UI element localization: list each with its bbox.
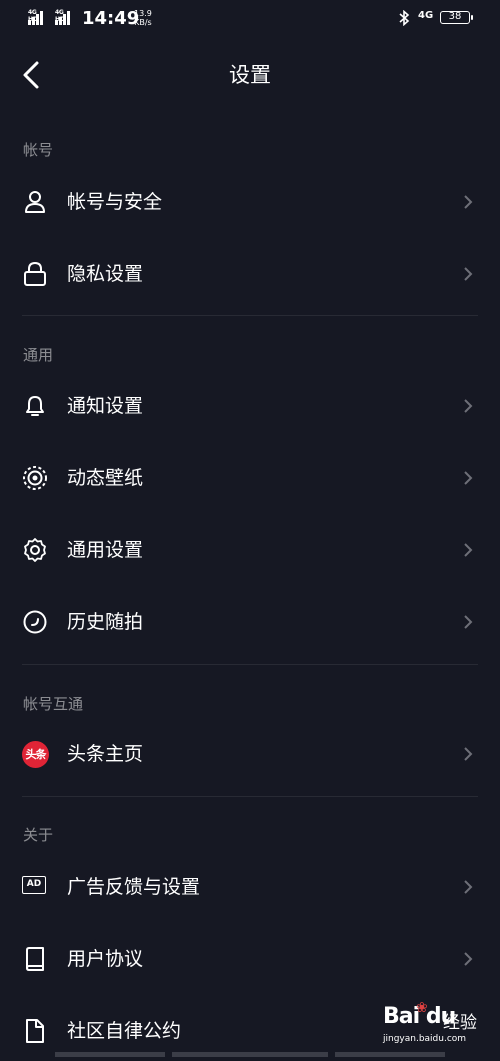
section-label-linked-accounts: 帐号互通	[23, 695, 84, 713]
item-label: 通用设置	[67, 539, 144, 561]
network-type: 4G	[418, 10, 434, 21]
settings-item-privacy[interactable]: 隐私设置	[0, 244, 500, 304]
chevron-right-icon	[464, 615, 473, 629]
signal-icon-sim2: 4G HD	[55, 9, 70, 25]
section-label-general: 通用	[23, 346, 54, 364]
settings-item-notifications[interactable]: 通知设置	[0, 376, 500, 436]
paw-icon: ❀	[416, 1000, 428, 1016]
battery-icon: 38	[440, 11, 473, 24]
gear-icon	[24, 538, 46, 562]
baidu-jingyan-watermark: Bai du ❀ 经验 jingyan.baidu.com	[383, 1000, 498, 1055]
item-label: 历史随拍	[67, 611, 144, 633]
chevron-right-icon	[464, 399, 473, 413]
live-wallpaper-icon	[23, 466, 47, 490]
chevron-right-icon	[464, 195, 473, 209]
chevron-right-icon	[464, 880, 473, 894]
chevron-right-icon	[464, 747, 473, 761]
settings-item-live-wallpaper[interactable]: 动态壁纸	[0, 448, 500, 508]
watermark-url: jingyan.baidu.com	[383, 1034, 467, 1044]
chevron-right-icon	[464, 267, 473, 281]
item-label: 帐号与安全	[67, 191, 163, 213]
nav-hint-bar	[335, 1052, 445, 1057]
book-icon	[26, 947, 44, 971]
bell-icon	[26, 396, 44, 416]
watermark-text: 经验	[443, 1013, 477, 1033]
bluetooth-icon	[399, 10, 410, 26]
chevron-right-icon	[464, 952, 473, 966]
status-time: 14:49	[82, 8, 140, 29]
lock-icon	[24, 261, 46, 286]
chevron-right-icon	[464, 471, 473, 485]
sim2-label: 4G HD	[55, 9, 65, 23]
settings-item-toutiao-home[interactable]: 头条 头条主页	[0, 724, 500, 784]
person-icon	[25, 191, 45, 213]
page-title: 设置	[229, 63, 271, 87]
battery-level: 38	[448, 11, 462, 22]
speed-value: 13.9	[134, 9, 152, 18]
item-label: 用户协议	[67, 948, 144, 970]
sim1-label: 4G HD	[28, 9, 38, 23]
signal-icon-sim1: 4G HD	[28, 9, 43, 25]
settings-item-general[interactable]: 通用设置	[0, 520, 500, 580]
settings-item-user-agreement[interactable]: 用户协议	[0, 929, 500, 989]
section-divider	[22, 315, 478, 316]
history-icon	[23, 610, 47, 634]
settings-item-history-snaps[interactable]: 历史随拍	[0, 592, 500, 652]
chevron-right-icon	[464, 543, 473, 557]
section-divider	[22, 664, 478, 665]
item-label: 头条主页	[67, 743, 144, 765]
settings-item-ad-feedback[interactable]: AD 广告反馈与设置	[0, 857, 500, 917]
nav-hint-bar	[172, 1052, 328, 1057]
section-label-about: 关于	[23, 826, 54, 844]
toutiao-icon: 头条	[22, 741, 49, 768]
ad-icon: AD	[22, 876, 46, 894]
settings-item-account-security[interactable]: 帐号与安全	[0, 172, 500, 232]
item-label: 通知设置	[67, 395, 144, 417]
item-label: 广告反馈与设置	[67, 876, 201, 898]
status-bar: 4G HD 4G HD 14:49 13.9 KB/s 4G 38	[0, 0, 500, 40]
document-icon	[26, 1019, 44, 1043]
speed-unit: KB/s	[134, 18, 152, 27]
section-divider	[22, 796, 478, 797]
network-speed: 13.9 KB/s	[134, 9, 152, 27]
nav-hint-bar	[55, 1052, 165, 1057]
item-label: 隐私设置	[67, 263, 144, 285]
item-label: 动态壁纸	[67, 467, 144, 489]
section-label-account: 帐号	[23, 141, 54, 159]
